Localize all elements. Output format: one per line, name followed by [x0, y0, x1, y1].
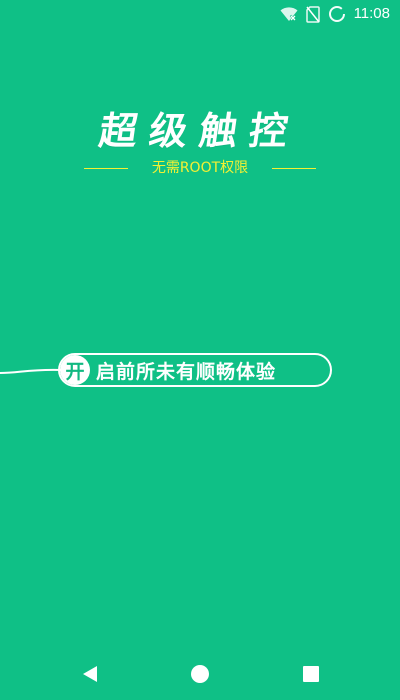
- status-icons: 11:08: [280, 4, 390, 24]
- home-icon: [191, 665, 209, 683]
- swipe-connector-line: [0, 368, 63, 374]
- no-sim-icon: [305, 5, 320, 23]
- recent-apps-button[interactable]: [297, 660, 325, 688]
- start-circle-icon[interactable]: 开: [60, 355, 90, 385]
- recent-apps-icon: [303, 666, 319, 682]
- subtitle: 无需ROOT权限: [151, 160, 249, 176]
- home-button[interactable]: [186, 660, 214, 688]
- start-experience-button[interactable]: 开 启前所未有顺畅体验: [58, 353, 332, 387]
- wifi-no-internet-icon: [280, 6, 298, 22]
- back-icon: [83, 666, 97, 682]
- battery-charging-icon: [328, 5, 346, 23]
- subtitle-right-line: [272, 167, 317, 169]
- navigation-bar: [0, 648, 400, 700]
- app-title: 超级触控: [96, 109, 303, 153]
- status-bar: 11:08: [0, 0, 400, 28]
- subtitle-row: 无需ROOT权限: [0, 158, 400, 178]
- start-button-label: 启前所未有顺畅体验: [96, 360, 277, 383]
- status-time: 11:08: [353, 5, 390, 22]
- back-button[interactable]: [76, 660, 104, 688]
- subtitle-left-line: [83, 167, 128, 169]
